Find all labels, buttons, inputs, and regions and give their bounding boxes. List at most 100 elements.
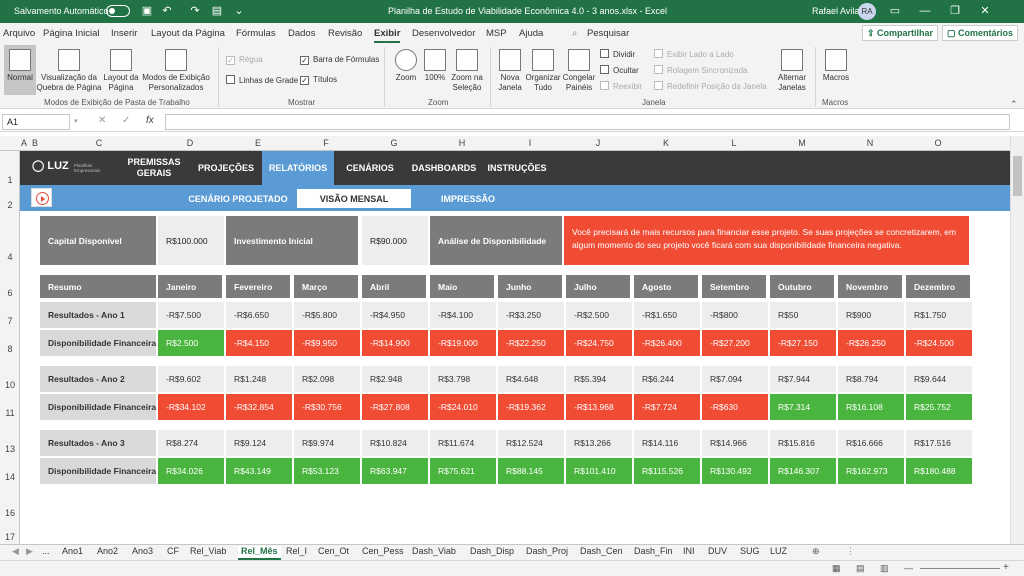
unhide-button[interactable]: Reexibir xyxy=(600,81,642,91)
table-cell[interactable]: -R$19.000 xyxy=(430,330,496,356)
column-header[interactable]: I xyxy=(496,138,564,148)
table-cell[interactable]: R$15.816 xyxy=(770,430,836,456)
zoom-in-icon[interactable]: + xyxy=(1003,562,1009,573)
sheet-tab[interactable]: CF xyxy=(167,546,179,556)
row-header[interactable]: 6 xyxy=(0,288,20,298)
formula-input[interactable] xyxy=(165,114,1010,130)
table-cell[interactable]: R$180.488 xyxy=(906,458,972,484)
sheet-tab[interactable]: Ano1 xyxy=(62,546,83,556)
table-cell[interactable]: R$1.248 xyxy=(226,366,292,392)
tab-inserir[interactable]: Inserir xyxy=(111,28,137,39)
table-cell[interactable]: -R$630 xyxy=(702,394,768,420)
table-cell[interactable]: R$2.098 xyxy=(294,366,360,392)
column-header[interactable]: N xyxy=(836,138,904,148)
add-sheet-icon[interactable]: ⊕ xyxy=(812,546,820,557)
table-cell[interactable]: R$4.648 xyxy=(498,366,564,392)
table-cell[interactable]: -R$9.602 xyxy=(158,366,224,392)
table-cell[interactable]: -R$4.100 xyxy=(430,302,496,328)
chevron-down-icon[interactable]: ▾ xyxy=(74,117,78,125)
table-cell[interactable]: -R$27.150 xyxy=(770,330,836,356)
table-cell[interactable]: -R$26.250 xyxy=(838,330,904,356)
tab-desenvolvedor[interactable]: Desenvolvedor xyxy=(412,28,475,39)
row-header[interactable]: 13 xyxy=(0,444,20,454)
table-cell[interactable]: R$2.948 xyxy=(362,366,428,392)
sheet-tab[interactable]: Cen_Ot xyxy=(318,546,349,556)
page-break-button[interactable]: Visualização da Quebra de Página xyxy=(36,45,102,95)
table-cell[interactable]: -R$800 xyxy=(702,302,768,328)
row-header[interactable]: 8 xyxy=(0,344,20,354)
zoom-slider[interactable] xyxy=(920,568,1000,569)
sheet-tab[interactable]: Dash_Fin xyxy=(634,546,673,556)
sheet-tab[interactable]: LUZ xyxy=(770,546,787,556)
tab-revisao[interactable]: Revisão xyxy=(328,28,362,39)
sheet-tab[interactable]: SUG xyxy=(740,546,760,556)
enter-icon[interactable]: ✓ xyxy=(122,115,130,126)
subtab-visao-mensal[interactable]: VISÃO MENSAL xyxy=(297,189,411,208)
table-cell[interactable]: R$7.314 xyxy=(770,394,836,420)
more-icon[interactable]: ⋮ xyxy=(846,546,855,557)
column-header[interactable]: D xyxy=(156,138,224,148)
table-cell[interactable]: R$63.947 xyxy=(362,458,428,484)
row-header[interactable]: 7 xyxy=(0,316,20,326)
restore-icon[interactable]: ❐ xyxy=(948,4,962,18)
sheet-tab[interactable]: Rel_Mês xyxy=(238,546,281,560)
column-header[interactable]: C xyxy=(42,138,156,148)
scroll-right-icon[interactable]: ▶ xyxy=(26,546,33,557)
tab-msp[interactable]: MSP xyxy=(486,28,507,39)
normal-view-button[interactable]: Normal xyxy=(4,45,36,95)
table-cell[interactable]: R$6.244 xyxy=(634,366,700,392)
table-cell[interactable]: R$11.674 xyxy=(430,430,496,456)
sheet-tab[interactable]: Dash_Cen xyxy=(580,546,623,556)
table-cell[interactable]: R$162.973 xyxy=(838,458,904,484)
tab-arquivo[interactable]: Arquivo xyxy=(3,28,35,39)
table-cell[interactable]: R$115.526 xyxy=(634,458,700,484)
table-cell[interactable]: R$10.824 xyxy=(362,430,428,456)
customize-toolbar-icon[interactable]: ⌄ xyxy=(232,4,246,18)
macros-button[interactable]: Macros xyxy=(820,45,852,95)
table-cell[interactable]: R$101.410 xyxy=(566,458,632,484)
table-cell[interactable]: -R$4.950 xyxy=(362,302,428,328)
table-cell[interactable]: R$13.266 xyxy=(566,430,632,456)
function-icon[interactable]: fx xyxy=(146,115,154,126)
table-cell[interactable]: R$12.524 xyxy=(498,430,564,456)
sheet-tab[interactable]: Rel_Viab xyxy=(190,546,226,556)
zoom-button[interactable]: Zoom xyxy=(392,45,420,95)
column-header[interactable]: F xyxy=(292,138,360,148)
zoom-100-button[interactable]: 100% xyxy=(422,45,448,95)
comments-button[interactable]: ▢ Comentários xyxy=(942,25,1019,41)
table-cell[interactable]: -R$13.968 xyxy=(566,394,632,420)
cancel-icon[interactable]: ✕ xyxy=(98,115,106,126)
tab-pagina-inicial[interactable]: Página Inicial xyxy=(43,28,100,39)
sheet-tab[interactable]: ... xyxy=(42,546,50,556)
redo-icon[interactable]: ↷ xyxy=(188,4,202,18)
gridlines-checkbox[interactable]: Linhas de Grade xyxy=(226,75,298,85)
table-cell[interactable]: -R$7.724 xyxy=(634,394,700,420)
quick-access-icon[interactable]: ▤ xyxy=(210,4,224,18)
column-header[interactable]: K xyxy=(632,138,700,148)
vertical-scrollbar[interactable] xyxy=(1010,136,1024,544)
headings-checkbox[interactable]: ✓ Títulos xyxy=(300,75,337,85)
table-cell[interactable]: R$2.500 xyxy=(158,330,224,356)
column-header[interactable]: L xyxy=(700,138,768,148)
tab-formulas[interactable]: Fórmulas xyxy=(236,28,276,39)
name-box[interactable]: A1 xyxy=(2,114,70,130)
table-cell[interactable]: -R$2.500 xyxy=(566,302,632,328)
column-header[interactable]: H xyxy=(428,138,496,148)
row-header[interactable]: 14 xyxy=(0,472,20,482)
subtab-cenario-projetado[interactable]: CENÁRIO PROJETADO xyxy=(184,189,292,208)
column-header[interactable]: J xyxy=(564,138,632,148)
table-cell[interactable]: -R$5.800 xyxy=(294,302,360,328)
ruler-checkbox[interactable]: ✓ Régua xyxy=(226,55,263,65)
row-header[interactable]: 1 xyxy=(0,175,20,185)
nav-dashboards[interactable]: DASHBOARDS xyxy=(408,151,480,185)
row-header[interactable]: 4 xyxy=(0,252,20,262)
table-cell[interactable]: R$88.145 xyxy=(498,458,564,484)
ribbon-display-icon[interactable]: ▭ xyxy=(888,4,902,18)
table-cell[interactable]: -R$27.200 xyxy=(702,330,768,356)
sync-scroll-button[interactable]: Rolagem Sincronizada xyxy=(654,65,748,75)
column-header[interactable]: M xyxy=(768,138,836,148)
tab-dados[interactable]: Dados xyxy=(288,28,315,39)
scroll-left-icon[interactable]: ◀ xyxy=(12,546,19,557)
row-header[interactable]: 17 xyxy=(0,532,20,542)
table-cell[interactable]: -R$19.362 xyxy=(498,394,564,420)
